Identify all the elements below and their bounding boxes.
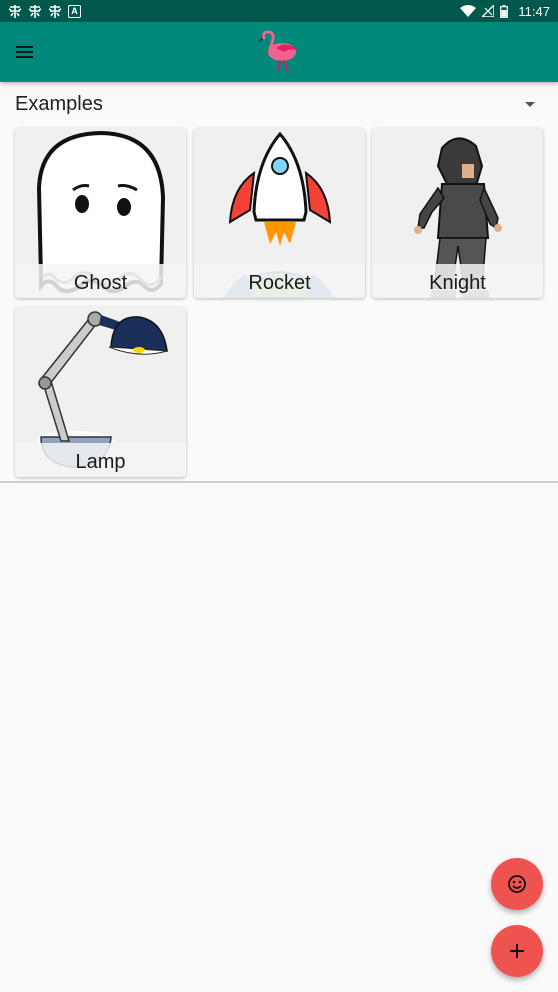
smiley-icon <box>508 875 526 893</box>
battery-icon <box>500 4 509 18</box>
wifi-icon <box>460 5 477 17</box>
card-label: Lamp <box>15 443 186 477</box>
example-card-knight[interactable]: Knight <box>372 128 543 298</box>
section-divider <box>0 481 558 483</box>
bug-icon <box>8 4 22 18</box>
example-card-rocket[interactable]: Rocket <box>194 128 365 298</box>
flamingo-icon <box>258 30 298 73</box>
clock: 11:47 <box>518 3 550 19</box>
bug-icon <box>28 4 42 18</box>
status-bar: A 11:47 <box>0 0 558 22</box>
card-label: Knight <box>372 264 543 298</box>
signal-icon <box>482 5 495 17</box>
section-title: Examples <box>15 93 103 115</box>
section-header: Examples <box>0 82 558 126</box>
card-label: Rocket <box>194 264 365 298</box>
status-bar-right: 11:47 <box>460 4 550 19</box>
example-card-ghost[interactable]: Ghost <box>15 128 186 298</box>
example-card-lamp[interactable]: Lamp <box>15 307 186 477</box>
plus-icon <box>510 944 524 958</box>
a-icon: A <box>68 4 81 18</box>
status-bar-left: A <box>8 4 81 18</box>
card-label: Ghost <box>15 264 186 298</box>
menu-button[interactable] <box>10 38 38 66</box>
add-fab-button[interactable] <box>491 925 543 977</box>
emoji-fab-button[interactable] <box>491 858 543 910</box>
app-bar <box>0 22 558 82</box>
dropdown-icon[interactable] <box>522 98 538 110</box>
bug-icon <box>48 4 62 18</box>
menu-icon <box>15 46 33 48</box>
